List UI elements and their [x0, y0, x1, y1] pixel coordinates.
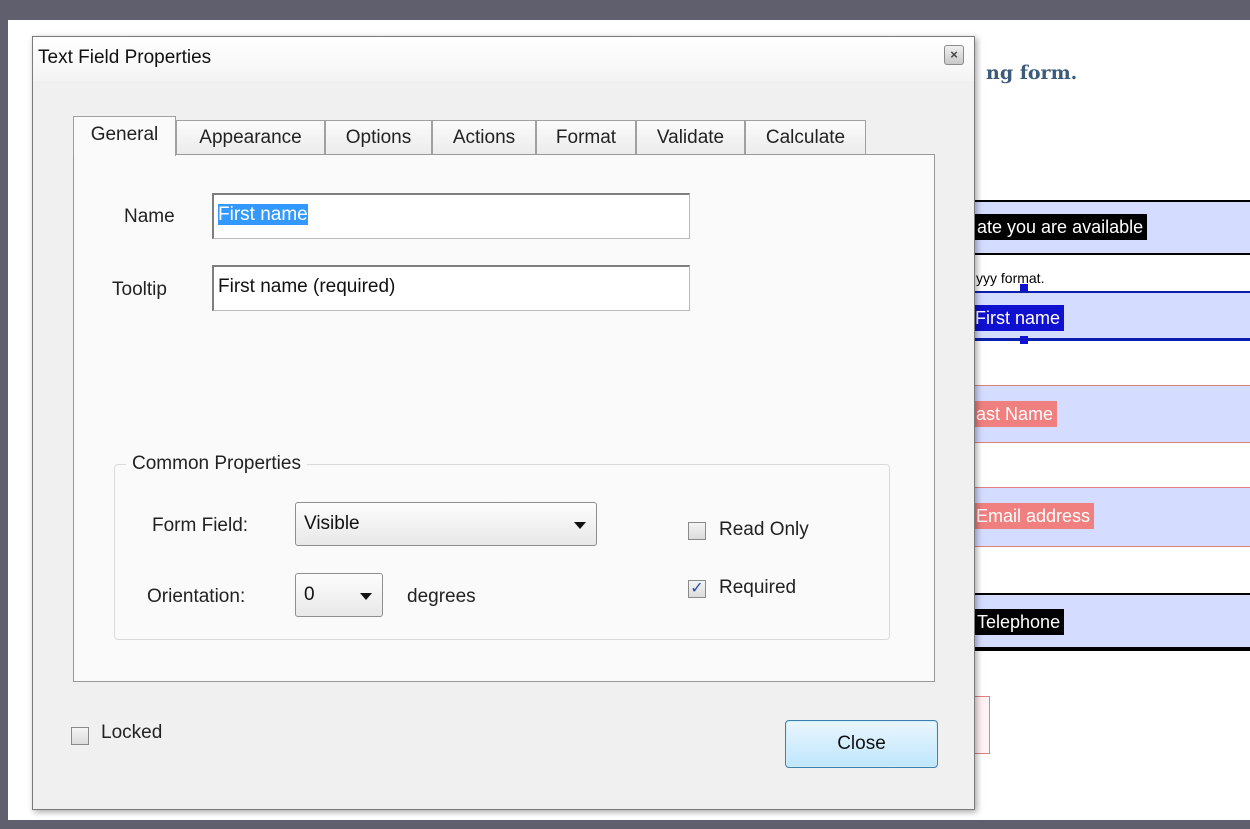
name-input-value: First name — [218, 204, 308, 225]
tab-general[interactable]: General — [73, 116, 176, 156]
chevron-down-icon — [574, 522, 586, 529]
close-icon[interactable]: × — [944, 45, 964, 65]
document-heading: ng form. — [986, 62, 1078, 84]
common-properties-group — [114, 464, 890, 640]
tab-calculate[interactable]: Calculate — [745, 120, 866, 154]
name-label: Name — [124, 206, 175, 227]
date-format-hint: yyy format. — [976, 270, 1045, 286]
common-properties-title: Common Properties — [126, 453, 307, 475]
orientation-label: Orientation: — [147, 586, 246, 607]
tooltip-input[interactable]: First name (required) — [212, 265, 690, 311]
orientation-value: 0 — [304, 584, 315, 605]
email-field[interactable]: Email address — [971, 487, 1250, 547]
read-only-checkbox[interactable] — [688, 522, 706, 540]
name-input[interactable]: First name — [212, 193, 690, 239]
tab-appearance[interactable]: Appearance — [176, 120, 325, 154]
chevron-down-icon — [360, 593, 372, 600]
tab-format[interactable]: Format — [536, 120, 636, 154]
required-checkbox[interactable]: ✓ — [688, 580, 706, 598]
form-field-value: Visible — [304, 513, 360, 534]
last-name-field-label: ast Name — [974, 401, 1058, 427]
close-button[interactable]: Close — [785, 720, 938, 768]
read-only-label: Read Only — [719, 519, 809, 540]
check-icon: ✓ — [690, 580, 704, 597]
form-field-dropdown[interactable]: Visible — [295, 502, 597, 546]
locked-checkbox[interactable] — [71, 727, 89, 745]
dialog-titlebar[interactable]: Text Field Properties × — [33, 37, 974, 81]
tooltip-label: Tooltip — [112, 279, 167, 300]
telephone-field-label: Telephone — [975, 609, 1065, 635]
email-field-label: Email address — [974, 503, 1095, 529]
first-name-field-label: First name — [973, 305, 1065, 331]
tab-actions[interactable]: Actions — [432, 120, 536, 154]
date-field-label: ate you are available — [975, 214, 1148, 240]
text-field-properties-dialog: Text Field Properties × General Appearan… — [32, 36, 975, 810]
first-name-field[interactable]: First name — [971, 291, 1250, 341]
locked-label: Locked — [101, 722, 163, 743]
tab-options[interactable]: Options — [325, 120, 432, 154]
general-tab-panel: Name First name Tooltip First name (requ… — [73, 154, 935, 682]
required-label: Required — [719, 577, 797, 598]
tab-validate[interactable]: Validate — [636, 120, 745, 154]
telephone-field[interactable]: Telephone — [971, 593, 1250, 651]
last-name-field[interactable]: ast Name — [971, 385, 1250, 443]
form-field-label: Form Field: — [152, 515, 249, 536]
degrees-label: degrees — [407, 586, 476, 607]
orientation-dropdown[interactable]: 0 — [295, 573, 383, 617]
dialog-title: Text Field Properties — [38, 47, 212, 68]
date-field[interactable]: ate you are available — [971, 200, 1250, 255]
selection-handle-bottom[interactable] — [1020, 336, 1028, 344]
